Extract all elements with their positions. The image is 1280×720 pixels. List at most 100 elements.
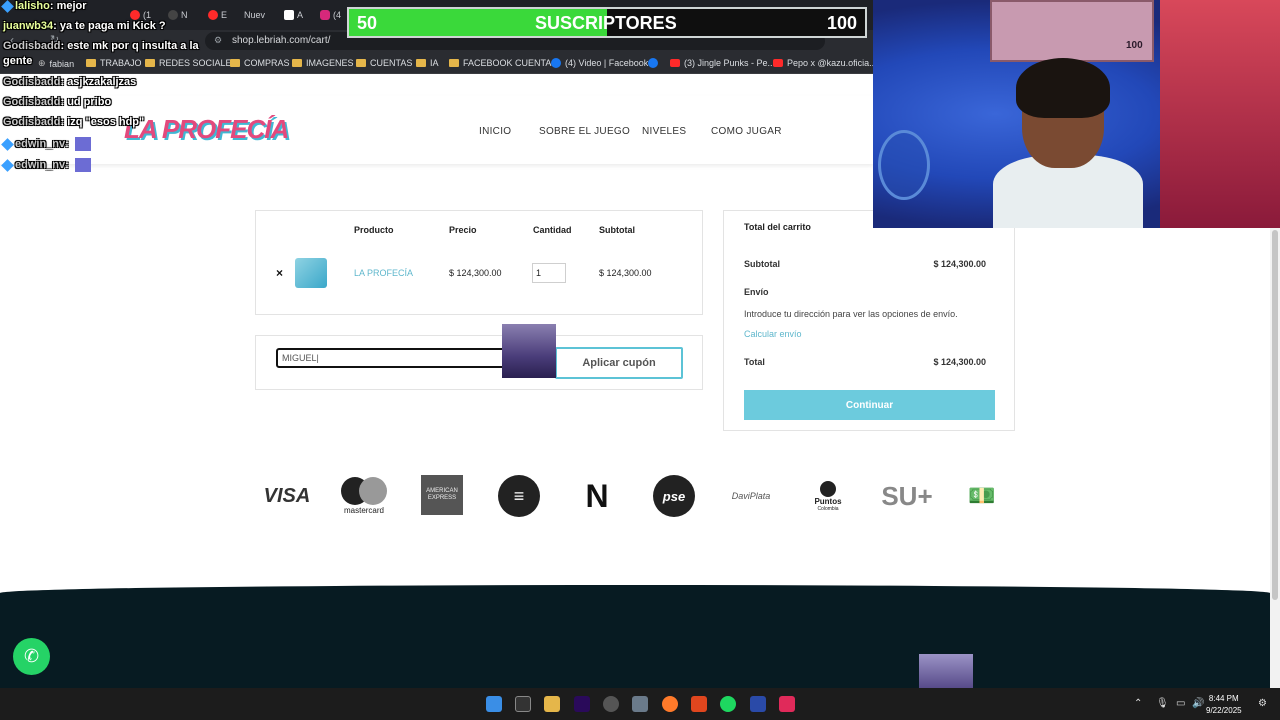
chat-message: Godisbadd: asjkzakaljzas	[3, 76, 137, 88]
puntos-colombia-logo: Puntos Colombia	[808, 475, 848, 517]
bookmark-imagenes[interactable]: IMAGENES	[292, 58, 354, 68]
product-price: $ 124,300.00	[449, 268, 502, 278]
folder-icon	[356, 59, 366, 67]
amazon-icon	[284, 10, 294, 20]
windows-start-icon[interactable]	[486, 696, 502, 712]
spotify-icon[interactable]	[720, 696, 736, 712]
cash-icon: 💵	[968, 483, 996, 508]
puntos-icon	[820, 480, 836, 497]
bookmark-pepo[interactable]: Pepo x @kazu.oficia...	[773, 58, 877, 68]
apply-coupon-button[interactable]: Aplicar cupón	[555, 347, 683, 379]
chat-message: edwin_nv:	[1, 158, 91, 172]
desk-fan	[878, 130, 930, 200]
chat-emote-icon	[74, 158, 91, 172]
youtube-icon	[130, 10, 140, 20]
tiktok-icon[interactable]	[779, 696, 795, 712]
coupon-input[interactable]: MIGUEL|	[276, 348, 506, 368]
chat-message: gente	[3, 55, 33, 67]
site-info-icon[interactable]: ⚙	[214, 35, 222, 46]
chat-message: edwin_nv:	[1, 137, 91, 151]
file-explorer-icon[interactable]	[544, 696, 560, 712]
app-icon[interactable]	[750, 696, 766, 712]
browser-tab[interactable]: (4	[320, 8, 341, 22]
browser-tab[interactable]: E	[208, 8, 227, 22]
webcam-background-light	[1160, 0, 1280, 228]
calculate-shipping-link[interactable]: Calcular envío	[744, 329, 802, 339]
bookmark-facebook-video[interactable]: (4) Video | Facebook	[551, 58, 648, 68]
efecty-logo: ≡	[498, 475, 540, 517]
tab-icon	[168, 10, 178, 20]
cart-totals: Total del carrito Subtotal $ 124,300.00 …	[723, 210, 1015, 431]
bookmark-facebook[interactable]	[648, 58, 658, 68]
premiere-icon[interactable]	[574, 696, 590, 712]
product-thumbnail[interactable]	[295, 258, 327, 288]
nav-como-jugar[interactable]: COMO JUGAR	[711, 126, 782, 137]
chat-badge-icon	[1, 0, 14, 13]
shipping-label: Envío	[744, 287, 769, 297]
chat-message: Godisbadd: este mk por q insulta a la	[3, 40, 199, 52]
nav-sobre-el-juego[interactable]: SOBRE EL JUEGO	[539, 126, 630, 137]
browser-tab[interactable]: N	[168, 8, 188, 22]
product-subtotal: $ 124,300.00	[599, 268, 652, 278]
header-subtotal: Subtotal	[599, 225, 635, 235]
shipping-text: Introduce tu dirección para ver las opci…	[744, 309, 958, 319]
wall-poster	[990, 0, 1154, 62]
folder-icon	[230, 59, 240, 67]
bookmark-ia[interactable]: IA	[416, 58, 439, 68]
remove-item-icon[interactable]: ×	[276, 266, 283, 280]
chevron-up-icon[interactable]: ⌃	[1134, 698, 1142, 709]
nav-inicio[interactable]: INICIO	[479, 126, 511, 137]
quantity-input[interactable]: 1	[532, 263, 566, 283]
bookmark-jingle-punks[interactable]: (3) Jingle Punks - Pe...	[670, 58, 775, 68]
bookmark-cuentas[interactable]: CUENTAS	[356, 58, 412, 68]
clock[interactable]: 8:44 PM 9/22/2025	[1206, 693, 1242, 717]
bookmark-compras[interactable]: COMPRAS	[230, 58, 290, 68]
browser-tab[interactable]: A	[284, 8, 303, 22]
continue-button[interactable]: Continuar	[744, 390, 995, 420]
epic-games-icon[interactable]	[515, 696, 531, 712]
bookmarks-bar: ⊕ fabian TRABAJO REDES SOCIALES COMPRAS I…	[0, 52, 877, 74]
windows-taskbar: ⌃ 🎙 ▭ 🔊 8:44 PM 9/22/2025 ⚙	[0, 688, 1280, 720]
site-footer	[0, 585, 1270, 688]
scrollbar-thumb[interactable]	[1272, 230, 1278, 600]
blender-icon[interactable]	[662, 696, 678, 712]
whatsapp-icon[interactable]: ✆	[13, 638, 50, 675]
instagram-icon	[320, 10, 330, 20]
subscriber-goal-label: SUSCRIPTORES	[535, 13, 677, 33]
chat-message: Godisbadd: izq "esos hdp"	[3, 116, 145, 128]
chat-badge-icon	[1, 137, 14, 151]
notepad-icon[interactable]	[632, 696, 648, 712]
youtube-icon	[773, 59, 783, 67]
pse-logo: pse	[653, 475, 695, 517]
network-icon[interactable]: ▭	[1176, 698, 1185, 709]
brave-icon[interactable]	[691, 696, 707, 712]
chat-message: lalisho: mejor	[1, 0, 87, 13]
mastercard-logo: mastercard	[336, 475, 392, 517]
header-price: Precio	[449, 225, 477, 235]
chat-message: Godisbadd: ud pribo	[3, 96, 112, 108]
globe-icon: ⊕	[38, 58, 46, 68]
davinci-icon[interactable]	[603, 696, 619, 712]
chat-badge-icon	[1, 158, 14, 172]
folder-icon	[86, 59, 96, 67]
subtotal-value: $ 124,300.00	[933, 259, 986, 269]
cursor-cam-overlay	[502, 324, 556, 378]
url-text: shop.lebriah.com/cart/	[232, 35, 331, 46]
nav-niveles[interactable]: NIVELES	[642, 126, 686, 137]
bookmark-fabian[interactable]: ⊕ fabian	[38, 58, 74, 69]
subscriber-goal-bar: 50 SUSCRIPTORES 100	[347, 7, 867, 38]
microphone-icon[interactable]: 🎙	[1156, 698, 1169, 709]
settings-icon[interactable]: ⚙	[1258, 698, 1267, 709]
bookmark-facebook-cuenta[interactable]: FACEBOOK CUENTA...	[449, 58, 559, 68]
screen: (1 N E Nuev A (4 s ( c s ‹ ↻ ⚙ shop.lebr…	[0, 0, 1280, 720]
site-logo[interactable]: LA PROFECÍA	[124, 114, 289, 145]
daviplata-logo: DaviPlata	[731, 491, 771, 501]
chat-emote-icon	[74, 137, 91, 151]
product-link[interactable]: LA PROFECÍA	[354, 268, 413, 278]
volume-icon[interactable]: 🔊	[1192, 698, 1204, 709]
folder-icon	[145, 59, 155, 67]
browser-tab[interactable]: Nuev	[244, 8, 265, 22]
amex-logo: AMERICAN EXPRESS	[421, 475, 463, 515]
bookmark-trabajo[interactable]: TRABAJO	[86, 58, 142, 68]
bookmark-redes-sociales[interactable]: REDES SOCIALES	[145, 58, 238, 68]
